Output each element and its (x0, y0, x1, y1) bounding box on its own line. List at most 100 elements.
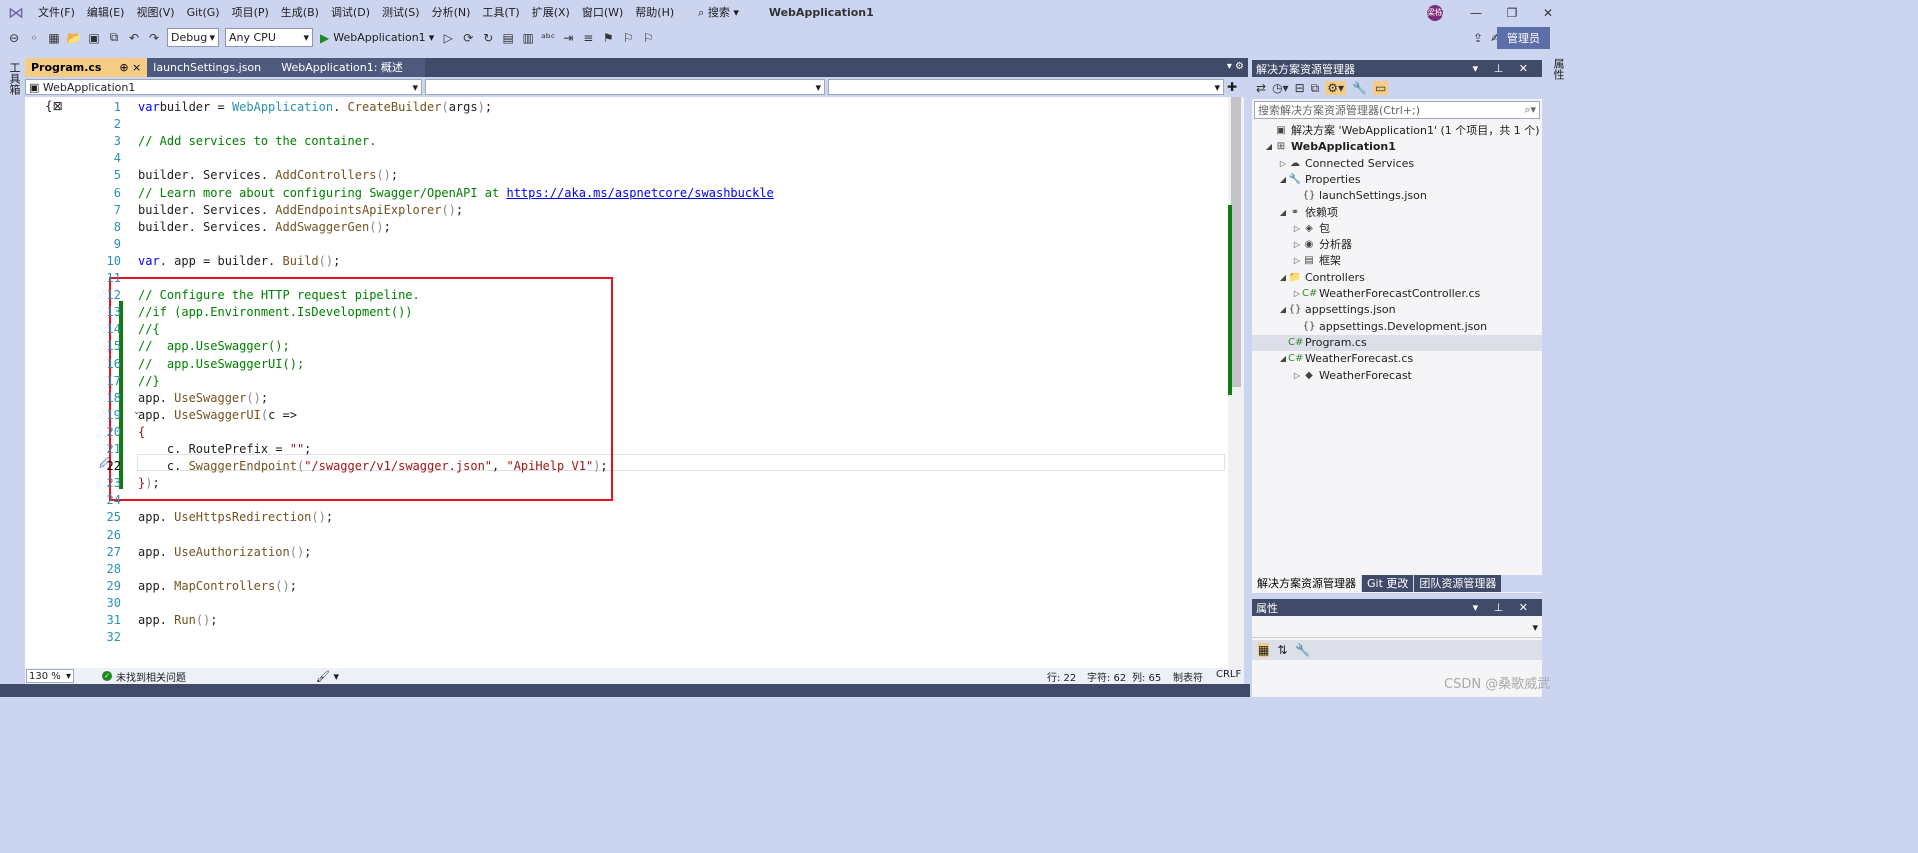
code-line[interactable]: 4 (25, 150, 1225, 167)
menu-item[interactable]: 窗口(W) (576, 0, 629, 25)
search-button[interactable]: ⌕ 搜索 ▾ (690, 0, 747, 25)
code-line[interactable]: 28 (25, 561, 1225, 578)
refresh-icon[interactable]: ↻ (480, 28, 496, 48)
tab-program-cs[interactable]: Program.cs ⊕ × (25, 58, 148, 77)
menu-item[interactable]: 分析(N) (426, 0, 477, 25)
project-nav-select[interactable]: ▣ WebApplication1 ▾ (25, 79, 422, 95)
run-button[interactable]: ▶ WebApplication1 ▾ (320, 31, 434, 45)
back-icon[interactable]: ⊖ (6, 28, 22, 48)
comment-icon[interactable]: ≡ (580, 28, 596, 48)
visual-studio-logo-icon[interactable]: ⋈ (0, 0, 32, 25)
menu-item[interactable]: 测试(S) (376, 0, 426, 25)
line-indicator[interactable]: 行: 22 (1047, 669, 1076, 684)
spellcheck-icon[interactable]: ᵃᵇᶜ (540, 28, 556, 48)
menu-item[interactable]: 帮助(H) (629, 0, 680, 25)
code-line[interactable]: 8 builder. Services. AddSwaggerGen(); (25, 219, 1225, 236)
properties-icon[interactable]: 🔧 (1352, 81, 1367, 95)
properties-object-select[interactable]: ▾ (1252, 618, 1542, 638)
code-line[interactable]: 32 (25, 629, 1225, 646)
menu-item[interactable]: 生成(B) (275, 0, 325, 25)
code-line[interactable]: 21 c. RoutePrefix = ""; (25, 441, 1225, 458)
platform-select[interactable]: Any CPU ▾ (225, 28, 313, 47)
folder-icon[interactable]: ▤ (500, 28, 516, 48)
forward-icon[interactable]: ◦ (26, 28, 42, 48)
tree-item[interactable]: {} launchSettings.json (1292, 188, 1427, 204)
live-share-icon[interactable]: ⇪ (1470, 28, 1486, 48)
tab-overview[interactable]: WebApplication1: 概述 (275, 58, 426, 77)
brush-icon[interactable]: 🖌 ▾ (316, 670, 339, 683)
scrollbar-thumb[interactable] (1231, 97, 1241, 387)
tree-item[interactable]: ▷ C# WeatherForecastController.cs (1292, 286, 1480, 302)
code-line[interactable]: 12 // Configure the HTTP request pipeline… (25, 287, 1225, 304)
code-line[interactable]: 11 (25, 270, 1225, 287)
tree-item[interactable]: ▷ ◉ 分析器 (1292, 237, 1352, 253)
code-line[interactable]: 1 varbuilder = WebApplication. CreateBuil… (25, 99, 1225, 116)
expand-icon[interactable]: ▷ (1292, 237, 1302, 253)
tree-item[interactable]: ▷ ▤ 框架 (1292, 253, 1341, 269)
code-line[interactable]: 22 c. SwaggerEndpoint("/swagger/v1/swagg… (25, 458, 1225, 475)
code-line[interactable]: 14 //{ (25, 321, 1225, 338)
tab-team-explorer[interactable]: 团队资源管理器 (1414, 575, 1502, 592)
menu-item[interactable]: 调试(D) (325, 0, 376, 25)
expand-icon[interactable]: ▷ (1292, 368, 1302, 384)
code-line[interactable]: 31 app. Run(); (25, 612, 1225, 629)
code-line[interactable]: 5 builder. Services. AddControllers(); (25, 167, 1225, 184)
code-line[interactable]: 24 (25, 492, 1225, 509)
code-line[interactable]: 19 app. UseSwaggerUI(c => (25, 407, 1225, 424)
expand-icon[interactable]: ▷ (1292, 286, 1302, 302)
code-line[interactable]: 29 app. MapControllers(); (25, 578, 1225, 595)
menu-item[interactable]: 视图(V) (130, 0, 180, 25)
expand-icon[interactable]: ▷ (1292, 253, 1302, 269)
layout-icon[interactable]: ▥ (520, 28, 536, 48)
tree-item[interactable]: ◢{} appsettings.json (1278, 302, 1396, 318)
collapse-all-icon[interactable]: ⊟ (1295, 81, 1305, 95)
undo-icon[interactable]: ↶ (126, 28, 142, 48)
preview-icon[interactable]: ▭ (1372, 81, 1389, 95)
step-icon[interactable]: ⇥ (560, 28, 576, 48)
history-icon[interactable]: ◷▾ (1272, 81, 1289, 95)
collapse-icon[interactable]: ◢ (1264, 139, 1274, 155)
code-line[interactable]: 25 app. UseHttpsRedirection(); (25, 509, 1225, 526)
tab-close-icon[interactable]: ⊕ × (119, 61, 141, 74)
code-line[interactable]: 7 builder. Services. AddEndpointsApiExplo… (25, 202, 1225, 219)
tree-item[interactable]: ▷ ◆ WeatherForecast (1292, 368, 1412, 384)
zoom-select[interactable]: 130 % ▾ (26, 669, 74, 683)
toolbox-side-tab[interactable]: 工具箱 (0, 54, 25, 697)
code-line[interactable]: 2 (25, 116, 1225, 133)
new-project-icon[interactable]: ▦ (46, 28, 62, 48)
split-icon[interactable]: ✚ (1227, 80, 1237, 94)
issues-indicator[interactable]: ✓ 未找到相关问题 (102, 669, 186, 684)
property-pages-icon[interactable]: 🔧 (1295, 643, 1310, 657)
menu-item[interactable]: 文件(F) (32, 0, 81, 25)
tab-options-icon[interactable]: ▾ ⚙ (1227, 61, 1244, 72)
menu-item[interactable]: 扩展(X) (526, 0, 576, 25)
code-line[interactable]: 6 // Learn more about configuring Swagger… (25, 185, 1225, 202)
tab-git-changes[interactable]: Git 更改 (1362, 575, 1414, 592)
start-without-debugging-icon[interactable]: ▷ (440, 28, 456, 48)
tree-item[interactable]: ▷ ◈ 包 (1292, 221, 1330, 237)
collapse-icon[interactable]: ◢ (1278, 172, 1288, 188)
configuration-select[interactable]: Debug ▾ (167, 28, 219, 47)
menu-item[interactable]: 项目(P) (226, 0, 275, 25)
collapse-icon[interactable]: ◢ (1278, 351, 1288, 367)
code-line[interactable]: 23}); (25, 475, 1225, 492)
solution-search-input[interactable]: 搜索解决方案资源管理器(Ctrl+;) ⌕▾ (1254, 101, 1540, 119)
menu-item[interactable]: Git(G) (181, 0, 226, 25)
tree-item[interactable]: {} appsettings.Development.json (1292, 319, 1487, 335)
code-line[interactable]: 30 (25, 595, 1225, 612)
redo-icon[interactable]: ↷ (146, 28, 162, 48)
show-all-files-icon[interactable]: ⧉ (1311, 81, 1320, 96)
tree-item[interactable]: ◢ ⊞ WebApplication1 (1264, 139, 1396, 155)
avatar[interactable]: 梁栋 (1427, 5, 1443, 21)
col-indicator[interactable]: 列: 65 (1132, 669, 1161, 684)
save-all-icon[interactable]: ⧉ (106, 28, 122, 48)
panel-controls[interactable]: ▾ ⊥ ✕ (1473, 62, 1542, 75)
expand-icon[interactable]: ▷ (1292, 221, 1302, 237)
minimize-button[interactable]: — (1458, 0, 1494, 25)
bookmark-icon[interactable]: ⚑ (600, 28, 616, 48)
code-line[interactable]: 10 var. app = builder. Build(); (25, 253, 1225, 270)
tab-launchsettings[interactable]: launchSettings.json (147, 58, 276, 77)
code-line[interactable]: 27 app. UseAuthorization(); (25, 544, 1225, 561)
code-line[interactable]: 9 (25, 236, 1225, 253)
char-indicator[interactable]: 字符: 62 (1087, 669, 1126, 684)
